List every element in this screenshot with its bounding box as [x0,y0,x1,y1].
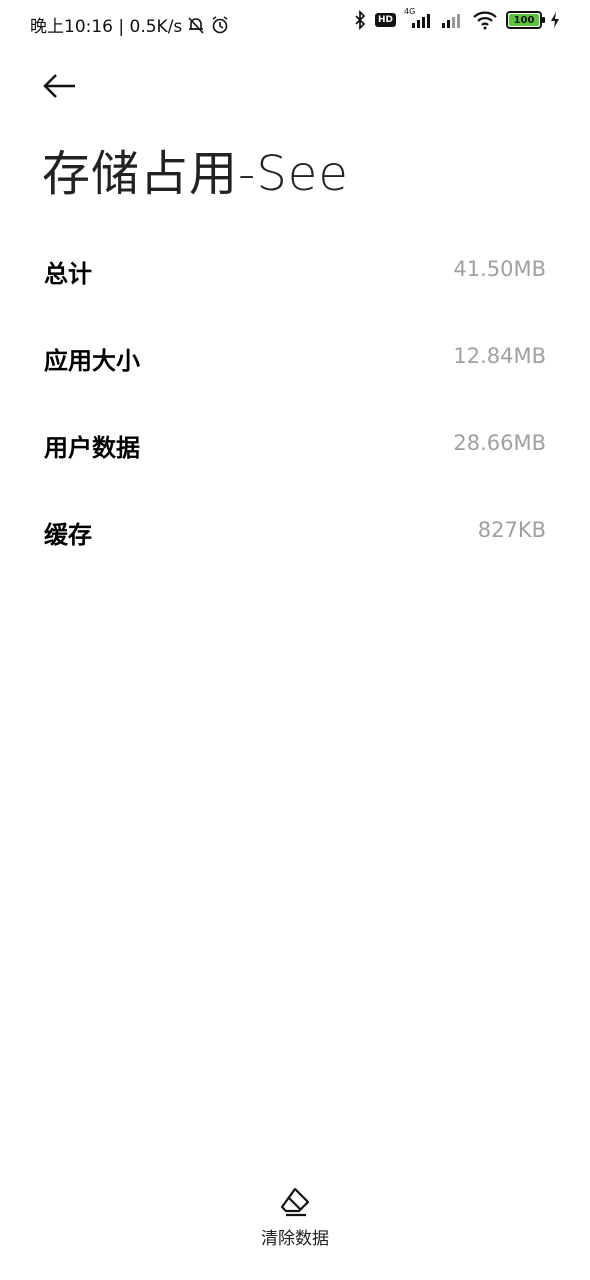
signal-sim2-icon [440,11,464,29]
hd-voice-icon: HD [374,13,396,27]
storage-value: 41.50MB [453,257,546,281]
storage-row-app-size: 应用大小 12.84MB [0,313,590,400]
status-right: HD 4G 100 [353,7,560,30]
page-title: 存储占用-See [42,146,349,202]
storage-row-user-data: 用户数据 28.66MB [0,400,590,487]
signal-4g-icon: 4G [404,7,432,29]
arrow-left-icon [43,74,75,98]
storage-label: 总计 [44,260,92,288]
clear-data-label: 清除数据 [261,1229,329,1249]
storage-value: 12.84MB [453,344,546,368]
status-time-speed: 晚上10:16 | 0.5K/s [30,17,183,37]
status-bar: 晚上10:16 | 0.5K/s HD 4G 100 [0,0,590,48]
eraser-icon [280,1187,310,1217]
back-button[interactable] [40,66,80,106]
storage-value: 28.66MB [453,431,546,455]
clear-data-button[interactable]: 清除数据 [245,1186,345,1266]
storage-label: 用户数据 [44,434,140,462]
battery-level: 100 [509,14,539,26]
battery-icon: 100 [506,11,545,29]
notification-muted-icon [186,15,206,35]
storage-row-cache: 缓存 827KB [0,487,590,574]
storage-label: 缓存 [44,521,92,549]
storage-value: 827KB [477,518,546,542]
charging-icon [550,11,560,29]
wifi-icon [472,10,498,30]
storage-row-total: 总计 41.50MB [0,226,590,313]
bluetooth-icon [353,10,367,30]
alarm-icon [210,15,230,35]
storage-list: 总计 41.50MB 应用大小 12.84MB 用户数据 28.66MB 缓存 … [0,226,590,574]
network-type-label: 4G [404,7,416,16]
storage-label: 应用大小 [44,347,140,375]
status-left: 晚上10:16 | 0.5K/s [30,12,230,37]
